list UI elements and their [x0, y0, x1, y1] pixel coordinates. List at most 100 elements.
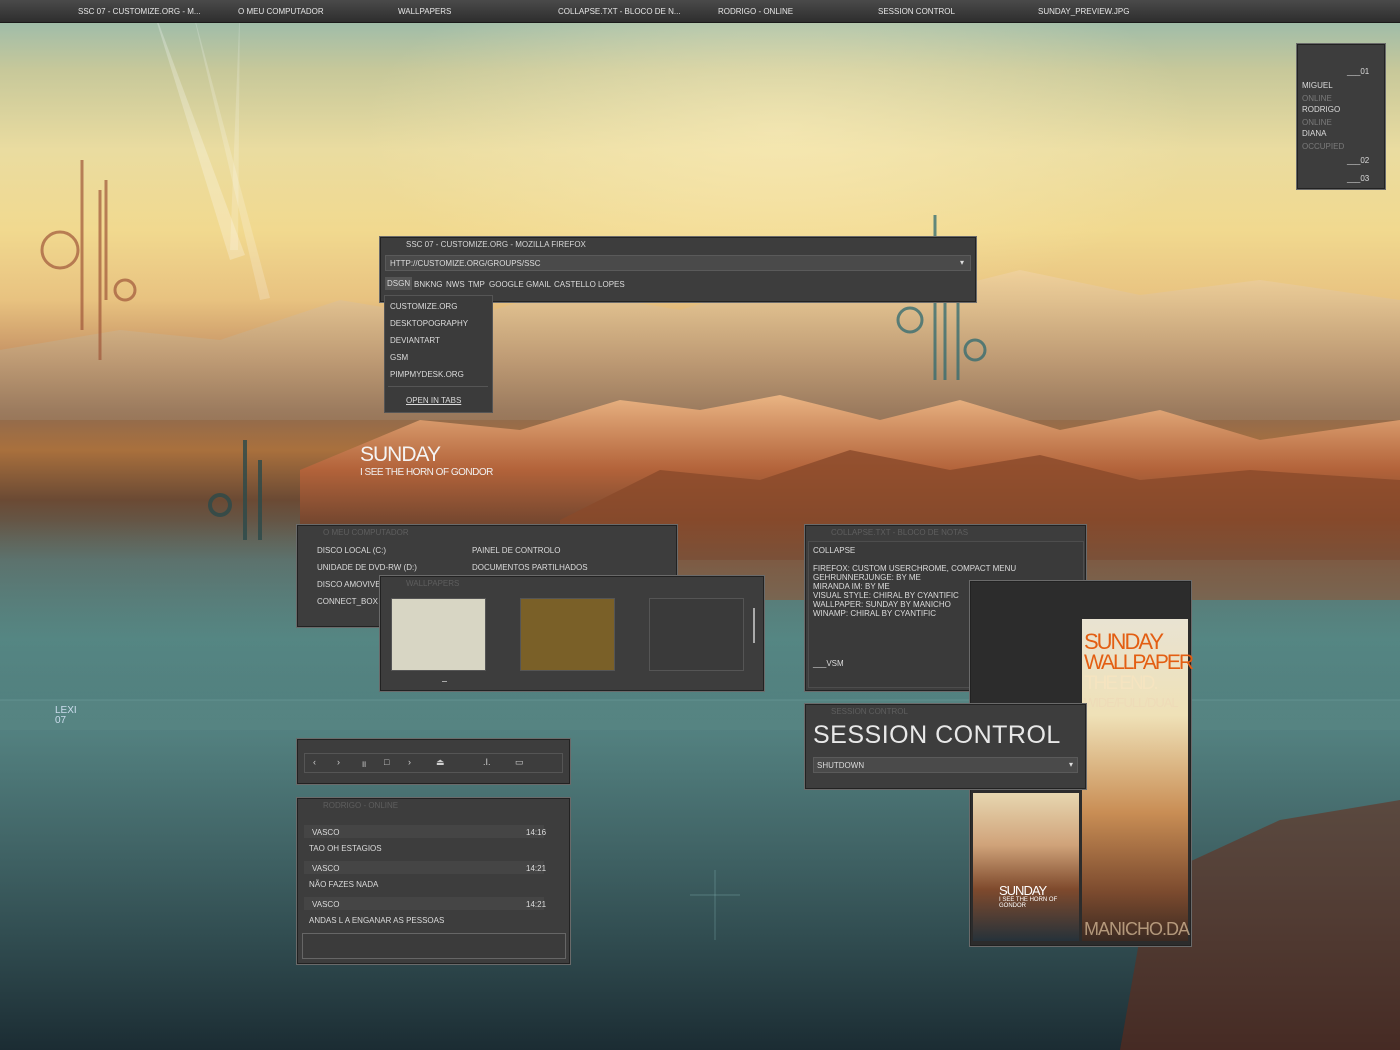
drive-item[interactable]: DISCO LOCAL (C:) — [317, 546, 386, 555]
drive-item[interactable]: DISCO AMOVIVE — [317, 580, 381, 589]
bookmark-link[interactable]: CASTELLO LOPES — [554, 280, 625, 289]
menu-item[interactable]: DEVIANTART — [390, 336, 440, 345]
message-sender: VASCO — [312, 864, 340, 873]
menu-item[interactable]: CUSTOMIZE.ORG — [390, 302, 457, 311]
preview-image: SUNDAY WALLPAPER THE END. WIDE/FULL/DUAL… — [1082, 619, 1194, 941]
preview-line4: WIDE/FULL/DUAL — [1084, 695, 1179, 710]
message-text: ANDAS L A ENGANAR AS PESSOAS — [309, 916, 445, 925]
thumb-title: SUNDAY — [999, 883, 1047, 898]
group-header[interactable]: ___02 — [1347, 156, 1369, 165]
bookmark-folder[interactable]: BNKNG — [414, 280, 442, 289]
player-controls: ‹ › ॥ □ › ⏏ .ı. ▭ — [304, 753, 563, 773]
select-value: SHUTDOWN — [817, 761, 865, 770]
folder-item[interactable]: PAINEL DE CONTROLO — [472, 546, 560, 555]
wallpaper-thumbnail[interactable] — [520, 598, 615, 671]
signature: ___VSM — [813, 659, 844, 668]
message-time: 14:21 — [526, 900, 547, 909]
desktop-logo: LEXI 07 — [55, 705, 77, 726]
group-header[interactable]: ___01 — [1347, 67, 1369, 76]
contact-status: OCCUPIED — [1302, 142, 1345, 151]
horizontal-scrollbar[interactable] — [442, 681, 447, 682]
message-input[interactable] — [302, 933, 566, 959]
wallpapers-window: WALLPAPERS — [379, 575, 765, 692]
chat-window: RODRIGO - ONLINE VASCO 14:16 TAO OH ESTA… — [296, 797, 571, 965]
equalizer-icon[interactable]: .ı. — [483, 757, 491, 767]
bookmark-folder[interactable]: NWS — [446, 280, 465, 289]
bookmarks-toolbar: DSGN BNKNG NWS TMP GOOGLE GMAIL CASTELLO… — [385, 277, 969, 293]
preview-subtitle: WALLPAPER — [1084, 651, 1194, 674]
preview-line3: THE END. — [1084, 673, 1159, 694]
window-title: SESSION CONTROL — [831, 707, 908, 716]
bookmark-folder[interactable]: TMP — [468, 280, 485, 289]
dropdown-arrow-icon[interactable]: ▾ — [1069, 760, 1073, 769]
menu-item[interactable]: DESKTOPOGRAPHY — [390, 319, 468, 328]
message-header: VASCO 14:21 — [304, 861, 547, 874]
url-bar[interactable]: HTTP://CUSTOMIZE.ORG/GROUPS/SSC ▾ — [385, 255, 971, 271]
thumb-subtitle: I SEE THE HORN OF GONDOR — [999, 897, 1058, 909]
message-header: VASCO 14:21 — [304, 897, 547, 910]
media-player-window: ‹ › ॥ □ › ⏏ .ı. ▭ — [296, 738, 571, 785]
message-sender: VASCO — [312, 828, 340, 837]
playlist-icon[interactable]: ▭ — [515, 757, 524, 768]
bookmark-link[interactable]: GMAIL — [526, 280, 551, 289]
taskbar-item-preview[interactable]: SUNDAY_PREVIEW.JPG — [1038, 7, 1129, 16]
wallpaper-thumbnail[interactable] — [391, 598, 486, 671]
bookmark-dropdown-menu: CUSTOMIZE.ORG DESKTOPOGRAPHY DEVIANTART … — [384, 295, 493, 413]
contact-name[interactable]: MIGUEL — [1302, 81, 1333, 90]
menu-open-in-tabs[interactable]: OPEN IN TABS — [406, 396, 461, 405]
headline-tagline: I SEE THE HORN OF GONDOR — [360, 467, 493, 478]
contact-name[interactable]: DIANA — [1302, 129, 1326, 138]
window-title: O MEU COMPUTADOR — [323, 528, 409, 537]
text-line-blank — [813, 555, 1016, 564]
contact-status: ONLINE — [1302, 94, 1332, 103]
taskbar-item-wallpapers[interactable]: WALLPAPERS — [398, 7, 451, 16]
drive-item[interactable]: CONNECT_BOX — [317, 597, 378, 606]
message-sender: VASCO — [312, 900, 340, 909]
bookmark-link[interactable]: GOOGLE — [489, 280, 524, 289]
session-control-window: SESSION CONTROL SESSION CONTROL SHUTDOWN… — [804, 703, 1087, 790]
drive-item[interactable]: UNIDADE DE DVD-RW (D:) — [317, 563, 417, 572]
window-title: SSC 07 - CUSTOMIZE.ORG - MOZILLA FIREFOX — [406, 240, 586, 249]
contact-name[interactable]: RODRIGO — [1302, 105, 1340, 114]
window-title: COLLAPSE.TXT - BLOCO DE NOTAS — [831, 528, 969, 537]
preview-author: MANICHO.DA — [1084, 919, 1190, 939]
taskbar-item-chat[interactable]: RODRIGO - ONLINE — [718, 7, 793, 16]
menu-item[interactable]: GSM — [390, 353, 408, 362]
taskbar-item-computer[interactable]: O MEU COMPUTADOR — [238, 7, 324, 16]
message-text: TAO OH ESTAGIOS — [309, 844, 382, 853]
desktop-headline: SUNDAY I SEE THE HORN OF GONDOR — [360, 443, 493, 478]
play-icon[interactable]: › — [337, 757, 340, 767]
message-text: NÃO FAZES NADA — [309, 880, 379, 889]
previous-icon[interactable]: ‹ — [313, 757, 316, 767]
window-title: RODRIGO - ONLINE — [323, 801, 399, 810]
taskbar-item-notepad[interactable]: COLLAPSE.TXT - BLOCO DE N... — [558, 7, 681, 16]
session-heading: SESSION CONTROL — [813, 721, 1061, 749]
menu-item[interactable]: PIMPMYDESK.ORG — [390, 370, 464, 379]
taskbar-item-firefox[interactable]: SSC 07 - CUSTOMIZE.ORG - M... — [78, 7, 201, 16]
window-title: WALLPAPERS — [406, 579, 460, 588]
dropdown-arrow-icon[interactable]: ▾ — [960, 258, 964, 267]
firefox-window: SSC 07 - CUSTOMIZE.ORG - MOZILLA FIREFOX… — [379, 236, 977, 303]
group-header[interactable]: ___03 — [1347, 174, 1369, 183]
message-time: 14:21 — [526, 864, 547, 873]
contact-status: ONLINE — [1302, 118, 1332, 127]
message-header: VASCO 14:16 — [304, 825, 546, 838]
bookmark-folder[interactable]: DSGN — [385, 277, 413, 290]
headline-title: SUNDAY — [360, 443, 441, 466]
scrollbar[interactable] — [753, 608, 755, 643]
eject-icon[interactable]: ⏏ — [436, 757, 445, 768]
taskbar-item-session[interactable]: SESSION CONTROL — [878, 7, 955, 16]
session-action-select[interactable]: SHUTDOWN ▾ — [813, 757, 1078, 773]
folder-item[interactable]: DOCUMENTOS PARTILHADOS — [472, 563, 588, 572]
text-line: COLLAPSE — [813, 546, 856, 555]
taskbar: SSC 07 - CUSTOMIZE.ORG - M... O MEU COMP… — [0, 0, 1400, 23]
wallpaper-thumbnail[interactable] — [649, 598, 744, 671]
stop-icon[interactable]: □ — [384, 757, 389, 767]
preview-thumbnail: SUNDAY I SEE THE HORN OF GONDOR — [973, 793, 1079, 941]
text-line: FIREFOX: CUSTOM USERCHROME, COMPACT MENU — [813, 564, 1017, 573]
next-icon[interactable]: › — [408, 757, 411, 767]
buddy-list-window: ___01 MIGUEL ONLINE RODRIGO ONLINE DIANA… — [1296, 43, 1386, 190]
url-text: HTTP://CUSTOMIZE.ORG/GROUPS/SSC — [390, 259, 541, 268]
menu-separator — [388, 386, 488, 387]
pause-icon[interactable]: ॥ — [361, 757, 366, 770]
